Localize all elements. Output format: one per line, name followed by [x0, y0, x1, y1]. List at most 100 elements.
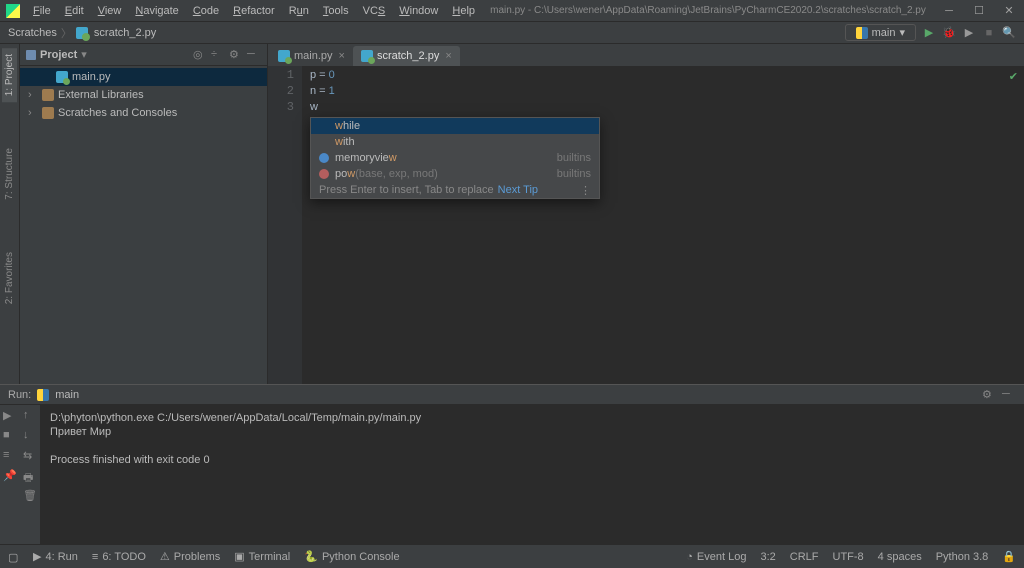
minimize-button[interactable]: ─: [934, 0, 964, 22]
close-button[interactable]: ✕: [994, 0, 1024, 22]
editor-tab-main[interactable]: main.py ×: [270, 46, 353, 66]
status-problems[interactable]: ⚠ Problems: [160, 550, 220, 563]
menu-tools[interactable]: Tools: [316, 2, 356, 20]
code-editor[interactable]: 1 2 3 p = 0 n = 1 w ✔ while with memoryv…: [268, 66, 1024, 384]
breadcrumb-sep: 〉: [61, 25, 72, 41]
hide-panel-icon[interactable]: ─: [247, 48, 261, 62]
status-interpreter[interactable]: Python 3.8: [936, 551, 989, 563]
status-todo[interactable]: ≡ 6: TODO: [92, 551, 146, 563]
wrap-icon[interactable]: ⇆: [23, 449, 37, 463]
python-file-icon: [76, 27, 88, 39]
run-output[interactable]: D:\phyton\python.exe C:/Users/wener/AppD…: [40, 405, 1024, 544]
more-icon[interactable]: ⋮: [580, 184, 591, 197]
menu-help[interactable]: Help: [445, 2, 482, 20]
breadcrumb-file[interactable]: scratch_2.py: [94, 27, 156, 39]
tree-file-main[interactable]: main.py: [20, 68, 267, 86]
menu-code[interactable]: Code: [186, 2, 226, 20]
code-line: w: [310, 100, 318, 116]
status-pyconsole[interactable]: 🐍 Python Console: [304, 550, 399, 563]
layout-icon[interactable]: ≡: [3, 449, 17, 463]
python-logo-icon: [856, 27, 868, 39]
line-number: 1: [268, 68, 294, 84]
breadcrumb-root[interactable]: Scratches: [8, 27, 57, 39]
run-settings-icon[interactable]: ⚙: [982, 388, 996, 402]
tab-label: scratch_2.py: [377, 50, 439, 62]
code-completion-popup: while with memoryviewbuiltins pow(base, …: [310, 117, 600, 199]
print-icon[interactable]: 🖶: [23, 469, 37, 483]
rerun-icon[interactable]: ▶: [3, 409, 17, 423]
menu-view[interactable]: View: [91, 2, 129, 20]
code-line: n = 1: [310, 84, 335, 100]
status-event-log[interactable]: ◔ Event Log: [686, 551, 746, 563]
menu-refactor[interactable]: Refactor: [226, 2, 282, 20]
window-title: main.py - C:\Users\wener\AppData\Roaming…: [482, 5, 934, 16]
status-run[interactable]: ▶ 4: Run: [33, 550, 78, 563]
editor-tab-scratch[interactable]: scratch_2.py ×: [353, 46, 460, 66]
tree-label: main.py: [72, 71, 111, 83]
menu-file[interactable]: File: [26, 2, 58, 20]
menu-navigate[interactable]: Navigate: [128, 2, 185, 20]
completion-item[interactable]: while: [311, 118, 599, 134]
completion-item[interactable]: pow(base, exp, mod)builtins: [311, 166, 599, 182]
inspection-ok-icon[interactable]: ✔: [1009, 70, 1018, 83]
menu-window[interactable]: Window: [392, 2, 445, 20]
line-number: 2: [268, 84, 294, 100]
tab-close-icon[interactable]: ×: [445, 50, 451, 62]
settings-gear-icon[interactable]: ⚙: [229, 48, 243, 62]
function-icon: [319, 169, 329, 179]
library-icon: [42, 89, 54, 101]
stop-icon[interactable]: ■: [3, 429, 17, 443]
project-view-label[interactable]: Project: [40, 49, 77, 61]
app-icon: [6, 4, 20, 18]
python-logo-icon: [37, 389, 49, 401]
status-terminal[interactable]: ▣ Terminal: [234, 550, 290, 563]
favorites-tool-tab[interactable]: 2: Favorites: [2, 246, 17, 310]
status-lock-icon[interactable]: 🔒: [1002, 550, 1016, 563]
structure-tool-tab[interactable]: 7: Structure: [2, 142, 17, 206]
class-icon: [319, 153, 329, 163]
python-file-icon: [361, 50, 373, 62]
scratches-icon: [42, 107, 54, 119]
tree-scratches[interactable]: › Scratches and Consoles: [20, 104, 267, 122]
tool-windows-icon[interactable]: ▢: [8, 551, 19, 562]
run-button[interactable]: ▶: [922, 26, 936, 40]
search-everywhere-button[interactable]: 🔍: [1002, 26, 1016, 40]
expand-arrow-icon: ›: [28, 89, 38, 101]
tree-external-libraries[interactable]: › External Libraries: [20, 86, 267, 104]
run-config-selector[interactable]: main ▾: [845, 24, 916, 41]
line-number: 3: [268, 100, 294, 116]
tab-label: main.py: [294, 50, 333, 62]
dropdown-arrow-icon: ▾: [899, 26, 905, 39]
completion-item[interactable]: with: [311, 134, 599, 150]
pin-icon[interactable]: 📌: [3, 469, 17, 483]
expand-arrow-icon: ›: [28, 107, 38, 119]
trash-icon[interactable]: 🗑: [23, 489, 37, 503]
project-tool-tab[interactable]: 1: Project: [2, 48, 17, 102]
up-icon[interactable]: ↑: [23, 409, 37, 423]
status-line-ending[interactable]: CRLF: [790, 551, 819, 563]
run-hide-icon[interactable]: ─: [1002, 388, 1016, 402]
project-view-arrow-icon[interactable]: ▾: [81, 48, 87, 61]
completion-item[interactable]: memoryviewbuiltins: [311, 150, 599, 166]
project-view-icon: [26, 50, 36, 60]
run-panel-config[interactable]: main: [55, 389, 79, 401]
status-encoding[interactable]: UTF-8: [833, 551, 864, 563]
menu-vcs[interactable]: VCS: [356, 2, 393, 20]
menu-run[interactable]: Run: [282, 2, 316, 20]
status-caret[interactable]: 3:2: [760, 551, 775, 563]
debug-button[interactable]: 🐞: [942, 26, 956, 40]
completion-footer: Press Enter to insert, Tab to replaceNex…: [311, 182, 599, 198]
run-config-name: main: [872, 27, 896, 39]
expand-all-icon[interactable]: ÷: [211, 48, 225, 62]
code-line: p = 0: [310, 68, 335, 84]
tab-close-icon[interactable]: ×: [339, 50, 345, 62]
select-opened-icon[interactable]: ◎: [193, 48, 207, 62]
maximize-button[interactable]: ☐: [964, 0, 994, 22]
down-icon[interactable]: ↓: [23, 429, 37, 443]
python-file-icon: [278, 50, 290, 62]
coverage-button[interactable]: ▶: [962, 26, 976, 40]
stop-button[interactable]: ■: [982, 26, 996, 40]
status-indent[interactable]: 4 spaces: [878, 551, 922, 563]
menu-edit[interactable]: Edit: [58, 2, 91, 20]
next-tip-link[interactable]: Next Tip: [498, 184, 538, 196]
